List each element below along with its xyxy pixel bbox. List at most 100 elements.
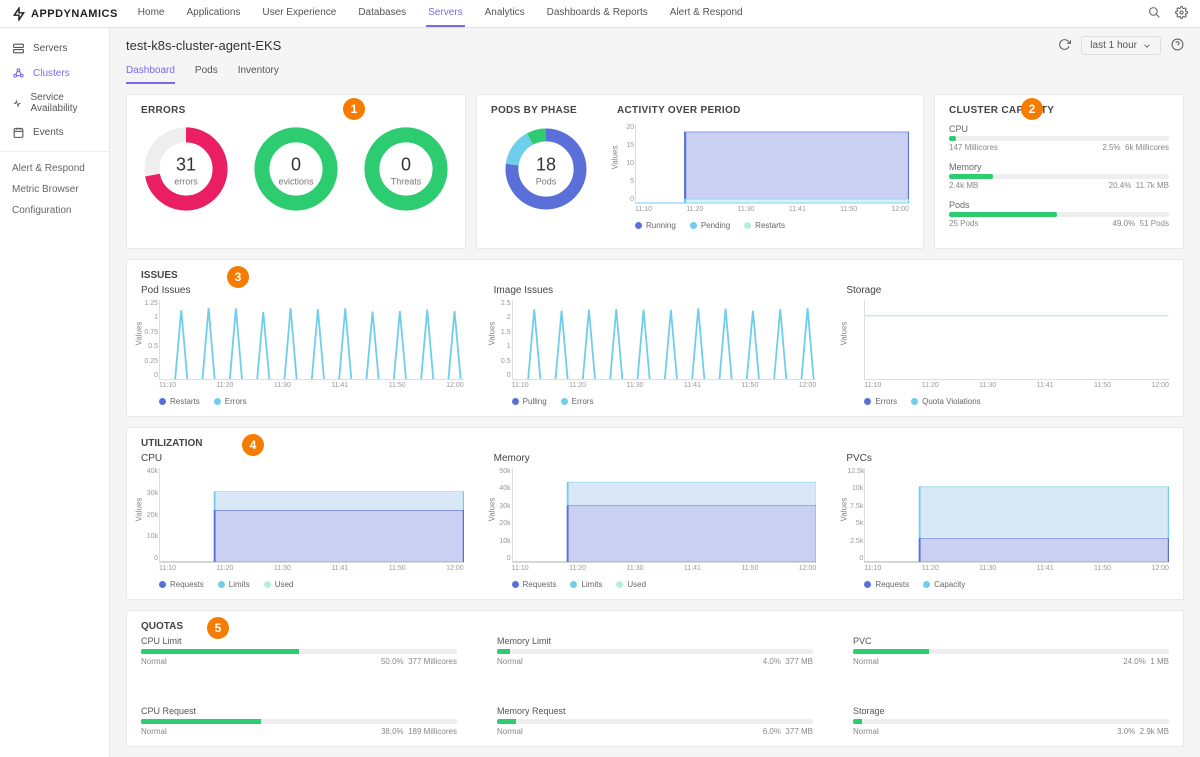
chart-title: CPU bbox=[141, 453, 464, 464]
sidebar-link-configuration[interactable]: Configuration bbox=[0, 200, 109, 221]
legend-item[interactable]: Restarts bbox=[159, 397, 200, 406]
time-range-label: last 1 hour bbox=[1090, 40, 1137, 51]
issues-title: ISSUES bbox=[141, 270, 1169, 281]
brand-logo: APPDYNAMICS bbox=[12, 7, 118, 21]
issues-chart-0[interactable]: Values 1.2510.750.50.250 11:1011:2011:30… bbox=[141, 300, 464, 406]
capacity-title: CLUSTER CAPACITY bbox=[949, 105, 1169, 116]
util-chart-2[interactable]: Values 12.5k10k7.5k5k2.5k0 11:1011:2011:… bbox=[846, 468, 1169, 589]
main-content: test-k8s-cluster-agent-EKS last 1 hour D… bbox=[110, 28, 1200, 757]
legend-item[interactable]: Running bbox=[635, 221, 676, 230]
quotas-card: 5 QUOTAS CPU Limit Normal50.0% 377 Milli… bbox=[126, 610, 1184, 747]
issues-card: 3 ISSUES Pod Issues Values 1.2510.750.50… bbox=[126, 259, 1184, 417]
server-icon bbox=[12, 42, 25, 55]
quota-memory-request: Memory Request Normal6.0% 377 MB bbox=[497, 706, 813, 736]
annotation-badge: 4 bbox=[242, 434, 264, 456]
gear-icon[interactable] bbox=[1175, 6, 1188, 22]
donut-errors[interactable]: 31errors bbox=[141, 124, 231, 217]
tab-inventory[interactable]: Inventory bbox=[238, 65, 279, 84]
legend-item[interactable]: Restarts bbox=[744, 221, 785, 230]
help-icon[interactable] bbox=[1171, 38, 1184, 54]
chart-title: PVCs bbox=[846, 453, 1169, 464]
topnav-item-home[interactable]: Home bbox=[136, 0, 167, 27]
chart-title: Pod Issues bbox=[141, 285, 464, 296]
legend-item[interactable]: Requests bbox=[159, 580, 204, 589]
errors-title: Errors bbox=[141, 105, 451, 116]
quota-cpu-request: CPU Request Normal38.0% 189 Millicores bbox=[141, 706, 457, 736]
topnav-items: Home Applications User Experience Databases… bbox=[136, 0, 745, 27]
quota-cpu-limit: CPU Limit Normal50.0% 377 Millicores bbox=[141, 636, 457, 666]
legend-item[interactable]: Pending bbox=[690, 221, 730, 230]
page-tabs: Dashboard Pods Inventory bbox=[110, 55, 1200, 84]
legend-item[interactable]: Errors bbox=[561, 397, 594, 406]
activity-title: ACTIVITY OVER PERIOD bbox=[617, 105, 909, 116]
sidebar-item-service-availability[interactable]: Service Availability bbox=[0, 86, 109, 120]
annotation-badge: 2 bbox=[1021, 98, 1043, 120]
sidebar-divider bbox=[0, 151, 109, 152]
legend-item[interactable]: Errors bbox=[214, 397, 247, 406]
refresh-icon[interactable] bbox=[1058, 38, 1071, 54]
annotation-badge: 5 bbox=[207, 617, 229, 639]
topnav-item-servers[interactable]: Servers bbox=[426, 0, 464, 27]
issues-chart-1[interactable]: Values 2.521.510.50 11:1011:2011:3011:41… bbox=[494, 300, 817, 406]
donut-evictions[interactable]: 0evictions bbox=[251, 124, 341, 217]
utilization-title: UTILIZATION bbox=[141, 438, 1169, 449]
topnav-item-alert-respond[interactable]: Alert & Respond bbox=[668, 0, 745, 27]
sidebar-item-servers[interactable]: Servers bbox=[0, 36, 109, 61]
tab-pods[interactable]: Pods bbox=[195, 65, 218, 84]
brand-text: APPDYNAMICS bbox=[31, 8, 118, 20]
events-icon bbox=[12, 126, 25, 139]
legend-item[interactable]: Pulling bbox=[512, 397, 547, 406]
quota-storage: Storage Normal3.0% 2.9k MB bbox=[853, 706, 1169, 736]
topnav-item-applications[interactable]: Applications bbox=[184, 0, 242, 27]
legend-item[interactable]: Errors bbox=[864, 397, 897, 406]
chart-title: Storage bbox=[846, 285, 1169, 296]
chart-title: Memory bbox=[494, 453, 817, 464]
sidebar-link-alert-respond[interactable]: Alert & Respond bbox=[0, 158, 109, 179]
topnav-item-user-experience[interactable]: User Experience bbox=[260, 0, 338, 27]
pods-activity-card: PODS BY PHASE 18 Pods bbox=[476, 94, 924, 249]
pods-count: 18 bbox=[536, 154, 557, 175]
sidebar: ServersClustersService AvailabilityEvent… bbox=[0, 28, 110, 757]
util-chart-1[interactable]: Values 50k40k30k20k10k0 11:1011:2011:301… bbox=[494, 468, 817, 589]
legend-item[interactable]: Capacity bbox=[923, 580, 965, 589]
time-range-picker[interactable]: last 1 hour bbox=[1081, 36, 1161, 55]
sidebar-link-metric-browser[interactable]: Metric Browser bbox=[0, 179, 109, 200]
page-header: test-k8s-cluster-agent-EKS last 1 hour bbox=[110, 28, 1200, 55]
quotas-title: QUOTAS bbox=[141, 621, 1169, 632]
util-chart-0[interactable]: Values 40k30k20k10k0 11:1011:2011:3011:4… bbox=[141, 468, 464, 589]
legend-item[interactable]: Used bbox=[616, 580, 646, 589]
topnav-item-dashboards-reports[interactable]: Dashboards & Reports bbox=[545, 0, 650, 27]
capacity-row-cpu: CPU 147 Millicores2.5% 6k Millicores bbox=[949, 124, 1169, 152]
chevron-down-icon bbox=[1142, 41, 1152, 51]
capacity-row-memory: Memory 2.4k MB20.4% 11.7k MB bbox=[949, 162, 1169, 190]
legend-item[interactable]: Limits bbox=[570, 580, 602, 589]
pods-label: Pods bbox=[536, 176, 557, 186]
annotation-badge: 1 bbox=[343, 98, 365, 120]
legend-item[interactable]: Limits bbox=[218, 580, 250, 589]
activity-chart[interactable]: Values 20151050 11:1011:2011:3011:4111:5… bbox=[617, 124, 909, 230]
availability-icon bbox=[12, 97, 22, 110]
topnav-item-databases[interactable]: Databases bbox=[356, 0, 408, 27]
annotation-badge: 3 bbox=[227, 266, 249, 288]
legend-item[interactable]: Quota Violations bbox=[911, 397, 981, 406]
issues-chart-2[interactable]: Values 11:1011:2011:3011:4111:5012:00 Er… bbox=[846, 300, 1169, 406]
brand-icon bbox=[12, 7, 26, 21]
donut-Threats[interactable]: 0Threats bbox=[361, 124, 451, 217]
sidebar-item-events[interactable]: Events bbox=[0, 120, 109, 145]
legend-item[interactable]: Used bbox=[264, 580, 294, 589]
errors-card: 1 Errors 31errors 0evictions 0Threats bbox=[126, 94, 466, 249]
pods-phase-title: PODS BY PHASE bbox=[491, 105, 601, 116]
sidebar-item-clusters[interactable]: Clusters bbox=[0, 61, 109, 86]
page-title: test-k8s-cluster-agent-EKS bbox=[126, 38, 281, 53]
tab-dashboard[interactable]: Dashboard bbox=[126, 65, 175, 84]
topnav-item-analytics[interactable]: Analytics bbox=[483, 0, 527, 27]
legend-item[interactable]: Requests bbox=[864, 580, 909, 589]
cluster-icon bbox=[12, 67, 25, 80]
quota-pvc: PVC Normal24.0% 1 MB bbox=[853, 636, 1169, 666]
capacity-card: 2 CLUSTER CAPACITY CPU 147 Millicores2.5… bbox=[934, 94, 1184, 249]
legend-item[interactable]: Requests bbox=[512, 580, 557, 589]
search-icon[interactable] bbox=[1148, 6, 1161, 22]
capacity-row-pods: Pods 25 Pods49.0% 51 Pods bbox=[949, 200, 1169, 228]
top-nav: APPDYNAMICS Home Applications User Experie… bbox=[0, 0, 1200, 28]
chart-title: Image Issues bbox=[494, 285, 817, 296]
